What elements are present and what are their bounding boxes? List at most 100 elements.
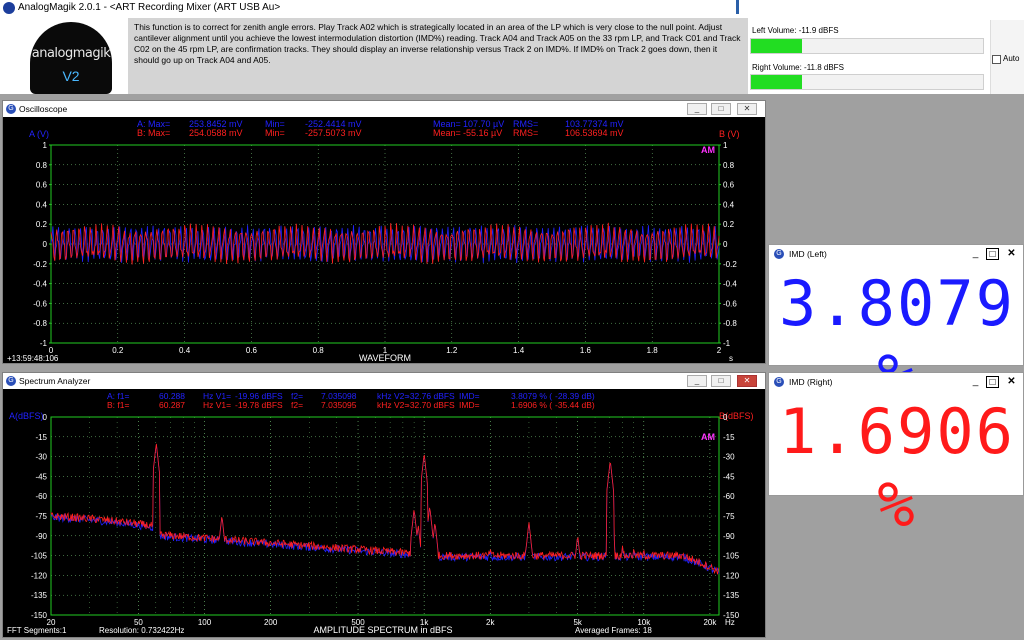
scope-stat-b: Min= xyxy=(265,128,285,138)
spectrum-x-tick: 2k xyxy=(486,618,495,627)
scope-y-tick-left: 0.6 xyxy=(36,181,48,190)
scope-y-tick-left: 1 xyxy=(43,141,48,150)
imd-left-maximize-button[interactable]: □ xyxy=(986,248,999,260)
imd-right-window: G IMD (Right) _ □ ✕ 1.6906 % xyxy=(768,372,1024,541)
scope-stat-b: RMS= xyxy=(513,128,538,138)
spectrum-stat-b: kHz V2= xyxy=(377,400,409,410)
spectrum-close-button[interactable]: ✕ xyxy=(737,375,757,387)
spectrum-y-tick-left: -60 xyxy=(35,492,47,501)
analogmagik-app: AnalogMagik 2.0.1 - <ART Recording Mixer… xyxy=(0,0,1024,640)
scope-close-button[interactable]: ✕ xyxy=(737,103,757,115)
imd-left-window: G IMD (Left) _ □ ✕ 3.8079 % xyxy=(768,244,1024,413)
scope-x-label: WAVEFORM xyxy=(359,353,411,363)
spectrum-y-tick-left: -45 xyxy=(35,472,47,481)
scope-y-tick-right: 0.8 xyxy=(723,161,735,170)
spectrum-resolution: Resolution: 0.732422Hz xyxy=(99,626,184,635)
spectrum-stat-b: 1.6906 % ( xyxy=(511,400,552,410)
oscilloscope-title: Oscilloscope xyxy=(19,104,68,114)
scope-minimize-button[interactable]: _ xyxy=(687,103,707,115)
spectrum-left-axis-label: A(dBFS) xyxy=(9,411,44,421)
spectrum-y-tick-left: -120 xyxy=(31,571,48,580)
spectrum-y-tick-right: -90 xyxy=(723,532,735,541)
spectrum-window: G Spectrum Analyzer _ □ ✕ A: f1= 60.288 Hz… xyxy=(2,372,766,638)
right-volume-meter xyxy=(750,74,984,90)
spectrum-title: Spectrum Analyzer xyxy=(19,376,91,386)
spectrum-stat-b: -19.78 dBFS xyxy=(235,400,283,410)
spectrum-y-tick-left: -75 xyxy=(35,512,47,521)
spectrum-y-tick-right: -30 xyxy=(723,453,735,462)
scope-x-tick: 0.4 xyxy=(179,346,191,355)
spectrum-y-tick-right: 0 xyxy=(723,413,728,422)
auto-label: Auto xyxy=(1003,54,1020,63)
scope-window-icon: G xyxy=(6,104,16,114)
scope-left-axis-label: A (V) xyxy=(29,129,49,139)
scope-y-tick-right: -0.4 xyxy=(723,280,737,289)
spectrum-x-unit: Hz xyxy=(725,618,735,627)
spectrum-x-tick: 100 xyxy=(198,618,212,627)
imd-right-close-button[interactable]: ✕ xyxy=(1005,376,1018,388)
spectrum-titlebar[interactable]: G Spectrum Analyzer xyxy=(3,373,765,389)
imd-right-window-icon: G xyxy=(774,377,784,387)
auto-checkbox[interactable] xyxy=(992,55,1001,64)
scope-y-tick-right: 0.2 xyxy=(723,220,735,229)
scope-y-tick-right: 1 xyxy=(723,141,728,150)
spectrum-stat-b: f2= xyxy=(291,400,303,410)
spectrum-window-icon: G xyxy=(6,376,16,386)
imd-left-title: IMD (Left) xyxy=(789,249,827,259)
scope-x-tick: 1.6 xyxy=(580,346,592,355)
scope-stat-b: -55.16 µV xyxy=(463,128,502,138)
spectrum-y-tick-right: -105 xyxy=(723,552,740,561)
imd-right-titlebar[interactable]: G IMD (Right) xyxy=(769,373,1023,391)
scope-x-unit: s xyxy=(729,354,733,363)
scope-stat-b: -257.5073 mV xyxy=(305,128,362,138)
analogmagik-logo: analogmagik V2 xyxy=(30,22,112,94)
oscilloscope-titlebar[interactable]: G Oscilloscope xyxy=(3,101,765,117)
scope-stat-b: Mean= xyxy=(433,128,461,138)
scope-x-tick: 0.2 xyxy=(112,346,124,355)
spectrum-stat-b: 60.287 xyxy=(159,400,185,410)
spectrum-x-tick: 200 xyxy=(264,618,278,627)
right-volume-label: Right Volume: -11.8 dBFS xyxy=(752,63,844,72)
left-volume-label: Left Volume: -11.9 dBFS xyxy=(752,26,839,35)
imd-right-maximize-button[interactable]: □ xyxy=(986,376,999,388)
spectrum-maximize-button[interactable]: □ xyxy=(711,375,731,387)
spectrum-stat-b: Hz V1= xyxy=(203,400,231,410)
device-dropdown-edge[interactable] xyxy=(736,0,739,14)
scope-y-tick-left: -0.4 xyxy=(33,280,47,289)
scope-y-tick-right: -0.2 xyxy=(723,260,737,269)
imd-right-minimize-button[interactable]: _ xyxy=(969,376,982,388)
scope-y-tick-right: 0.6 xyxy=(723,181,735,190)
scope-y-tick-right: -0.8 xyxy=(723,319,737,328)
scope-timestamp: +13:59:48:106 xyxy=(7,354,59,363)
spectrum-y-tick-left: -150 xyxy=(31,611,48,620)
imd-left-close-button[interactable]: ✕ xyxy=(1005,248,1018,260)
spectrum-y-tick-left: -15 xyxy=(35,433,47,442)
spectrum-y-tick-right: -60 xyxy=(723,492,735,501)
scope-y-tick-left: 0.8 xyxy=(36,161,48,170)
spectrum-chart: A: f1= 60.288 Hz V1= -19.96 dBFS f2= 7.035098… xyxy=(3,389,765,637)
spectrum-x-label: AMPLITUDE SPECTRUM in dBFS xyxy=(313,625,452,635)
spectrum-stat-b: B: f1= xyxy=(107,400,129,410)
imd-left-titlebar[interactable]: G IMD (Left) xyxy=(769,245,1023,263)
spectrum-y-tick-right: -120 xyxy=(723,571,740,580)
app-icon xyxy=(3,2,15,14)
scope-y-tick-left: 0 xyxy=(43,240,48,249)
scope-stat-b: 254.0588 mV xyxy=(189,128,243,138)
scope-maximize-button[interactable]: □ xyxy=(711,103,731,115)
scope-x-tick: 1.8 xyxy=(647,346,659,355)
spectrum-y-tick-right: -45 xyxy=(723,472,735,481)
logo-text: analogmagik xyxy=(31,46,111,61)
title-bar: AnalogMagik 2.0.1 - <ART Recording Mixer… xyxy=(0,0,1024,16)
spectrum-y-tick-left: -135 xyxy=(31,591,48,600)
window-title: AnalogMagik 2.0.1 - <ART Recording Mixer… xyxy=(18,2,281,13)
scope-x-tick: 1.4 xyxy=(513,346,525,355)
spectrum-plot[interactable]: A: f1= 60.288 Hz V1= -19.96 dBFS f2= 7.035098… xyxy=(3,389,765,637)
oscilloscope-plot[interactable]: A: Max= 253.8452 mV Min= -252.4414 mV Mean= 1… xyxy=(3,117,765,363)
imd-left-minimize-button[interactable]: _ xyxy=(969,248,982,260)
scope-y-tick-left: -0.6 xyxy=(33,299,47,308)
spectrum-minimize-button[interactable]: _ xyxy=(687,375,707,387)
scope-y-tick-right: -0.6 xyxy=(723,299,737,308)
spectrum-stat-b: -32.70 dBFS xyxy=(407,400,455,410)
scope-x-tick: 2 xyxy=(717,346,722,355)
scope-stat-b: B: Max= xyxy=(137,128,170,138)
